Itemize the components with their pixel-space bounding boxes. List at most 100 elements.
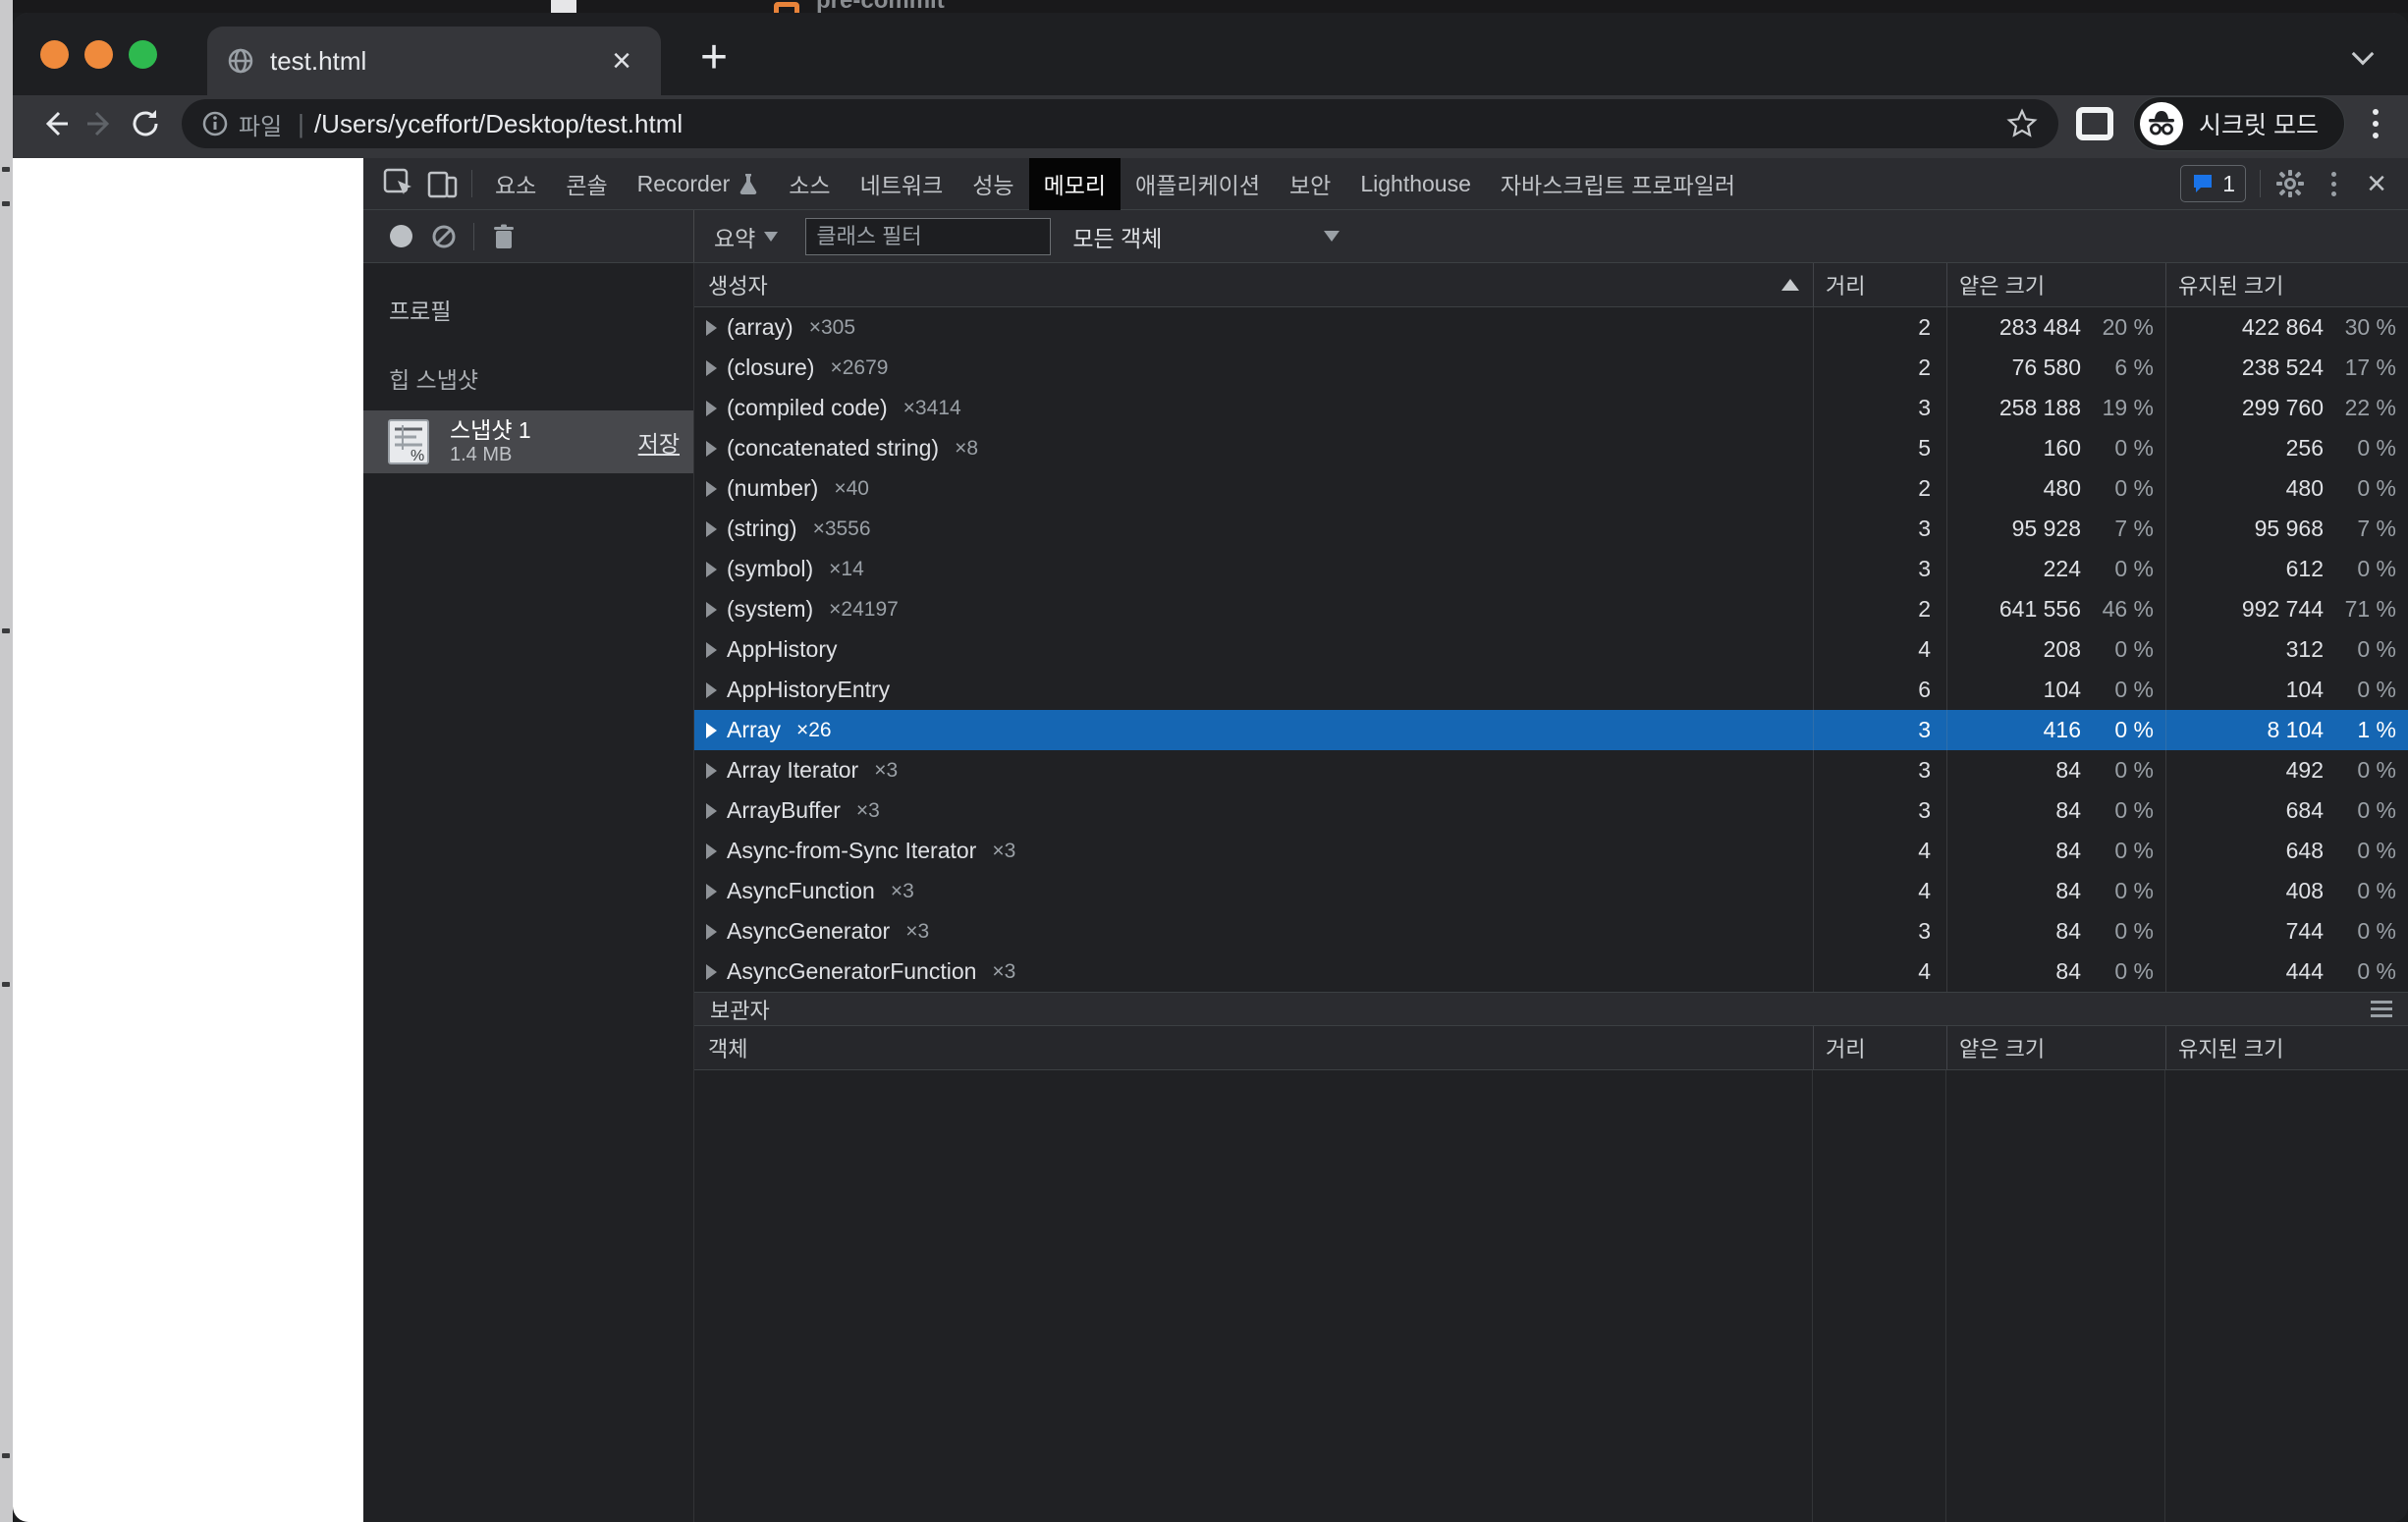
constructor-name: AsyncGeneratorFunction (727, 958, 976, 985)
table-row[interactable]: AsyncGenerator ×3 3 84 0 % 744 0 % (694, 911, 2408, 951)
disclosure-triangle-icon[interactable] (706, 602, 717, 618)
perspective-select[interactable]: 요약 (710, 220, 782, 253)
table-row[interactable]: AsyncFunction ×3 4 84 0 % 408 0 % (694, 871, 2408, 911)
devtools-tab-성능[interactable]: 성능 (958, 158, 1028, 210)
table-row[interactable]: (array) ×305 2 283 484 20 % 422 864 30 % (694, 307, 2408, 348)
table-row[interactable]: (concatenated string) ×8 5 160 0 % 256 0… (694, 428, 2408, 468)
retainers-title: 보관자 (710, 994, 770, 1025)
bookmark-star-icon[interactable] (2005, 107, 2039, 140)
table-row[interactable]: (compiled code) ×3414 3 258 188 19 % 299… (694, 388, 2408, 428)
retainers-menu-icon[interactable] (2371, 1001, 2392, 1017)
page-viewport[interactable] (13, 158, 363, 1522)
url-text[interactable]: /Users/yceffort/Desktop/test.html (314, 109, 2005, 139)
back-button[interactable] (32, 101, 78, 146)
macos-traffic-lights[interactable] (40, 40, 157, 69)
retained-percent-cell: 22 % (2324, 395, 2408, 421)
disclosure-triangle-icon[interactable] (706, 401, 717, 416)
browser-menu-icon[interactable] (2361, 109, 2390, 138)
table-row[interactable]: Array ×26 3 416 0 % 8 104 1 % (694, 710, 2408, 750)
inspect-element-icon[interactable] (377, 162, 420, 205)
devtools-tab-메모리[interactable]: 메모리 (1029, 158, 1121, 210)
disclosure-triangle-icon[interactable] (706, 964, 717, 980)
delete-profile-trash-icon[interactable] (482, 215, 525, 258)
reload-button[interactable] (123, 101, 168, 146)
disclosure-triangle-icon[interactable] (706, 481, 717, 497)
disclosure-triangle-icon[interactable] (706, 723, 717, 738)
disclosure-triangle-icon[interactable] (706, 562, 717, 577)
settings-gear-icon[interactable] (2269, 162, 2312, 205)
devtools-close-icon[interactable]: × (2355, 162, 2398, 205)
column-header-retained-size[interactable]: 유지된 크기 (2165, 263, 2408, 306)
disclosure-triangle-icon[interactable] (706, 763, 717, 779)
devtools-tab-요소[interactable]: 요소 (480, 158, 551, 210)
distance-cell: 4 (1813, 629, 1946, 670)
disclosure-triangle-icon[interactable] (706, 884, 717, 899)
disclosure-triangle-icon[interactable] (706, 843, 717, 859)
save-snapshot-link[interactable]: 저장 (638, 425, 680, 459)
grid-header: 생성자 거리 얕은 크기 유지된 크기 (694, 263, 2408, 307)
clear-profiles-icon[interactable] (422, 215, 465, 258)
address-bar[interactable]: 파일 | /Users/yceffort/Desktop/test.html (182, 99, 2058, 148)
zoom-window-button[interactable] (129, 40, 157, 69)
retainers-body[interactable] (694, 1070, 2408, 1522)
column-header-shallow-size[interactable]: 얕은 크기 (1946, 1026, 2165, 1069)
forward-button[interactable] (78, 101, 123, 146)
disclosure-triangle-icon[interactable] (706, 441, 717, 457)
devtools-tab-콘솔[interactable]: 콘솔 (551, 158, 622, 210)
shallow-percent-cell: 0 % (2081, 878, 2165, 904)
table-row[interactable]: AppHistory 4 208 0 % 312 0 % (694, 629, 2408, 670)
flask-experiment-icon (738, 172, 759, 195)
table-row[interactable]: AsyncGeneratorFunction ×3 4 84 0 % 444 0… (694, 951, 2408, 992)
table-row[interactable]: (number) ×40 2 480 0 % 480 0 % (694, 468, 2408, 509)
page-info-icon[interactable] (201, 110, 229, 137)
disclosure-triangle-icon[interactable] (706, 320, 717, 336)
table-row[interactable]: AppHistoryEntry 6 104 0 % 104 0 % (694, 670, 2408, 710)
column-header-distance[interactable]: 거리 (1813, 263, 1946, 306)
column-header-constructor[interactable]: 생성자 (694, 263, 1813, 306)
retained-percent-cell: 0 % (2324, 757, 2408, 784)
object-filter-select[interactable]: 모든 객체 (1072, 220, 1340, 253)
disclosure-triangle-icon[interactable] (706, 360, 717, 376)
devtools-tab-보안[interactable]: 보안 (1275, 158, 1345, 210)
disclosure-triangle-icon[interactable] (706, 642, 717, 658)
devtools-tab-Lighthouse[interactable]: Lighthouse (1345, 158, 1486, 210)
retained-size-cell: 422 864 (2166, 314, 2324, 341)
column-header-retained-size[interactable]: 유지된 크기 (2165, 1026, 2408, 1069)
table-row[interactable]: Async-from-Sync Iterator ×3 4 84 0 % 648… (694, 831, 2408, 871)
devtools-tab-자바스크립트 프로파일러[interactable]: 자바스크립트 프로파일러 (1486, 158, 1750, 210)
table-row[interactable]: (closure) ×2679 2 76 580 6 % 238 524 17 … (694, 348, 2408, 388)
table-row[interactable]: (symbol) ×14 3 224 0 % 612 0 % (694, 549, 2408, 589)
browser-tab[interactable]: test.html × (207, 27, 661, 95)
new-tab-button[interactable]: + (686, 32, 741, 87)
shallow-size-cell: 76 580 (1947, 354, 2081, 381)
column-header-shallow-size[interactable]: 얕은 크기 (1946, 263, 2165, 306)
devtools-tab-소스[interactable]: 소스 (774, 158, 845, 210)
table-row[interactable]: ArrayBuffer ×3 3 84 0 % 684 0 % (694, 790, 2408, 831)
record-heap-button[interactable] (379, 215, 422, 258)
shallow-percent-cell: 20 % (2081, 314, 2165, 341)
disclosure-triangle-icon[interactable] (706, 521, 717, 537)
tab-search-chevron-icon[interactable] (2355, 46, 2375, 66)
column-header-object[interactable]: 객체 (694, 1026, 1813, 1069)
disclosure-triangle-icon[interactable] (706, 803, 717, 819)
table-row[interactable]: Array Iterator ×3 3 84 0 % 492 0 % (694, 750, 2408, 790)
table-row[interactable]: (system) ×24197 2 641 556 46 % 992 744 7… (694, 589, 2408, 629)
device-toolbar-icon[interactable] (420, 162, 464, 205)
tab-title: test.html (270, 46, 602, 77)
table-row[interactable]: (string) ×3556 3 95 928 7 % 95 968 7 % (694, 509, 2408, 549)
retained-size-cell: 408 (2166, 878, 2324, 904)
devtools-tab-Recorder[interactable]: Recorder (623, 158, 775, 210)
devtools-tab-애플리케이션[interactable]: 애플리케이션 (1121, 158, 1275, 210)
devtools-tab-네트워크[interactable]: 네트워크 (846, 158, 958, 210)
issues-badge[interactable]: 1 (2180, 165, 2246, 202)
disclosure-triangle-icon[interactable] (706, 924, 717, 940)
column-header-distance[interactable]: 거리 (1813, 1026, 1946, 1069)
snapshot-item[interactable]: % 스냅샷 1 1.4 MB 저장 (363, 410, 693, 473)
disclosure-triangle-icon[interactable] (706, 682, 717, 698)
side-panel-icon[interactable] (2072, 101, 2117, 146)
close-window-button[interactable] (40, 40, 69, 69)
tab-close-icon[interactable]: × (602, 44, 641, 78)
minimize-window-button[interactable] (84, 40, 113, 69)
devtools-menu-icon[interactable] (2312, 162, 2355, 205)
class-filter-input[interactable] (805, 218, 1051, 255)
